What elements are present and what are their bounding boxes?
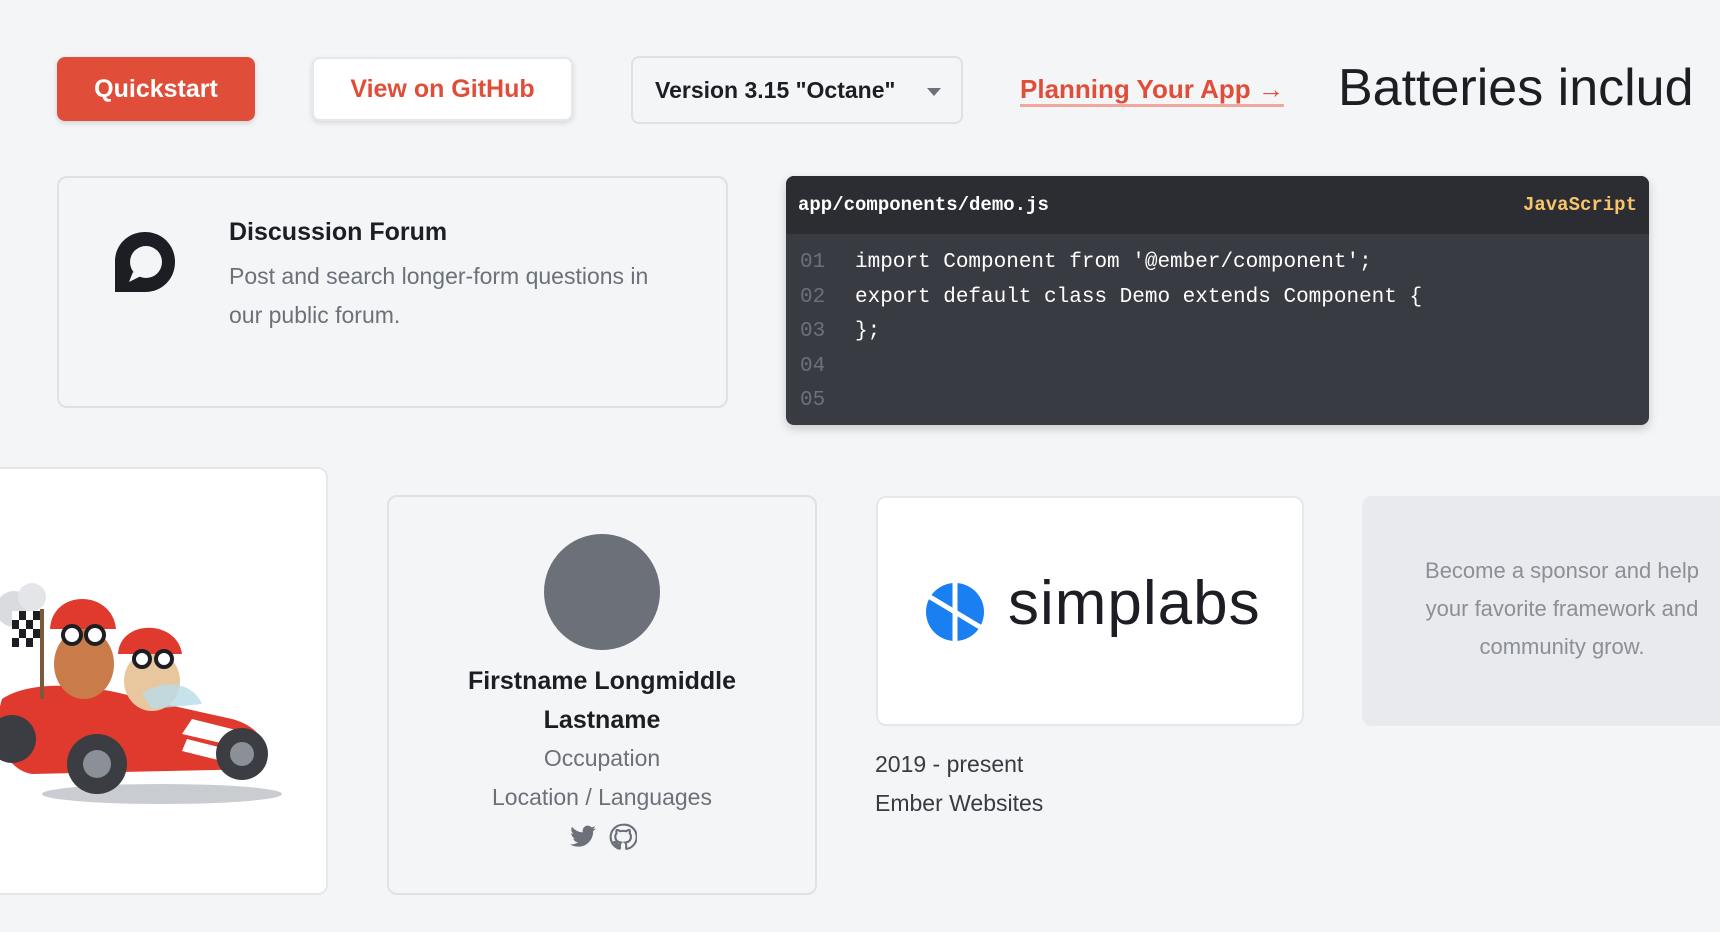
discourse-icon: [111, 228, 179, 296]
become-sponsor-line: community grow.: [1479, 634, 1645, 659]
version-select-value: Version 3.15 "Octane": [655, 76, 896, 103]
code-header: app/components/demo.js JavaScript: [786, 176, 1649, 234]
section-heading: Batteries includ: [1338, 59, 1694, 117]
sponsor-card-simplabs[interactable]: simplabs: [876, 496, 1304, 726]
member-name: Firstname Longmiddle Lastname: [467, 667, 737, 734]
line-number: 02: [800, 285, 826, 309]
member-location: Location / Languages: [492, 784, 712, 810]
line-number: 05: [800, 389, 826, 412]
line-code: };: [855, 320, 881, 343]
avatar: [544, 534, 660, 650]
code-line: 05: [786, 384, 1649, 419]
code-line: 03 };: [786, 315, 1649, 350]
version-select[interactable]: Version 3.15 "Octane": [631, 56, 963, 124]
line-number: 01: [800, 251, 826, 274]
planning-your-app-link[interactable]: Planning Your App →: [1020, 74, 1284, 105]
forum-title: Discussion Forum: [229, 218, 448, 246]
become-sponsor-card[interactable]: Become a sponsor and help your favorite …: [1362, 496, 1720, 726]
become-sponsor-line: your favorite framework and: [1425, 596, 1699, 621]
code-lines: 01 import Component from '@ember/compone…: [786, 234, 1649, 419]
team-member-card: Firstname Longmiddle Lastname Occupation…: [387, 495, 817, 895]
line-code: import Component from '@ember/component'…: [855, 251, 1372, 274]
discussion-forum-card[interactable]: Discussion Forum Post and search longer-…: [57, 176, 728, 408]
code-block: app/components/demo.js JavaScript 01 imp…: [786, 176, 1649, 425]
forum-description: Post and search longer-form questions in…: [229, 263, 649, 328]
simplabs-logo-icon: [925, 582, 985, 642]
code-line: 01 import Component from '@ember/compone…: [786, 246, 1649, 281]
sponsor-years: 2019 - present: [875, 751, 1024, 777]
code-line: 04: [786, 350, 1649, 385]
become-sponsor-text: Become a sponsor and help your favorite …: [1412, 552, 1712, 666]
line-number: 04: [800, 354, 826, 378]
twitter-icon[interactable]: [569, 823, 597, 851]
tomster-race-car-illustration: [0, 583, 282, 804]
view-on-github-button[interactable]: View on GitHub: [312, 57, 573, 121]
simplabs-logo-text: simplabs: [1008, 569, 1261, 638]
sponsor-project: Ember Websites: [875, 790, 1044, 816]
line-code: export default class Demo extends Compon…: [855, 285, 1423, 309]
code-filename: app/components/demo.js: [798, 194, 1049, 216]
page: Quickstart View on GitHub Version 3.15 "…: [0, 0, 1720, 932]
chevron-down-icon: [927, 88, 941, 96]
sponsor-meta: 2019 - present Ember Websites: [875, 745, 1043, 823]
code-line: 02 export default class Demo extends Com…: [786, 281, 1649, 316]
mascot-card: [0, 467, 328, 895]
member-occupation: Occupation: [543, 745, 661, 771]
github-icon[interactable]: [609, 823, 638, 851]
social-links: [569, 823, 638, 851]
code-language: JavaScript: [1522, 194, 1637, 216]
line-number: 03: [800, 320, 826, 343]
quickstart-button[interactable]: Quickstart: [57, 57, 255, 121]
become-sponsor-line: Become a sponsor and help: [1425, 558, 1699, 583]
